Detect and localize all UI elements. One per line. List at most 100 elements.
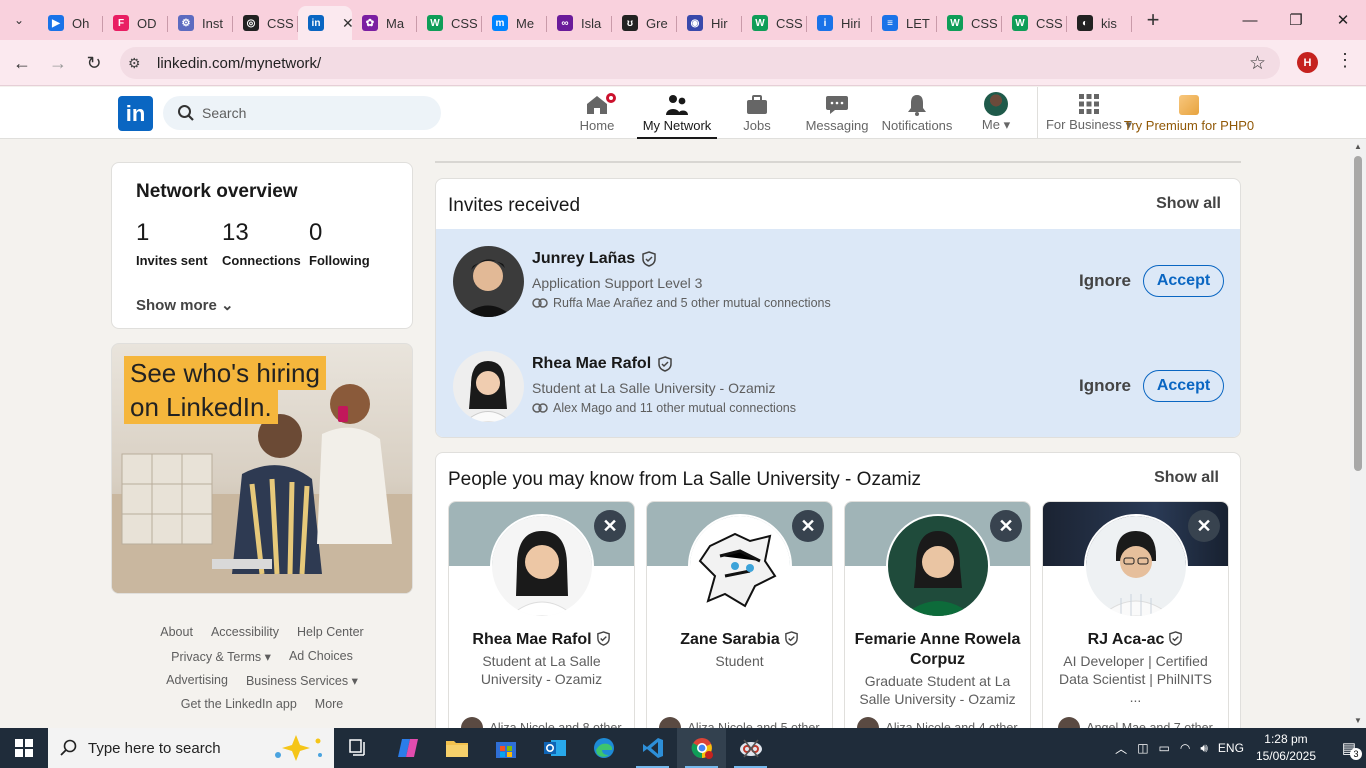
search-input[interactable] xyxy=(202,96,432,130)
browser-tab[interactable]: ✿ Ma xyxy=(352,6,417,40)
nav-premium[interactable]: Try Premium for PHP0 xyxy=(1124,87,1254,139)
footer-link-get-app[interactable]: Get the LinkedIn app xyxy=(181,697,297,721)
browser-tab-active[interactable]: in ✕ xyxy=(298,6,352,40)
browser-tab[interactable]: ≡ LET xyxy=(872,6,937,40)
search-box[interactable] xyxy=(163,96,441,130)
start-button[interactable] xyxy=(0,728,48,768)
language-indicator[interactable]: ENG xyxy=(1218,741,1244,755)
browser-tab[interactable]: W CSS xyxy=(937,6,1002,40)
taskbar-outlook[interactable] xyxy=(530,728,579,768)
meet-now-icon[interactable]: ◫ xyxy=(1137,741,1148,755)
footer-link-business-services[interactable]: Business Services ▾ xyxy=(246,673,358,697)
nav-me[interactable]: Me ▾ xyxy=(978,87,1014,139)
dismiss-button[interactable]: ✕ xyxy=(594,510,626,542)
accept-button[interactable]: Accept xyxy=(1143,265,1224,297)
taskbar-edge[interactable] xyxy=(579,728,628,768)
browser-tab[interactable]: ∞ Isla xyxy=(547,6,612,40)
hiring-ad-banner[interactable]: See who's hiring on LinkedIn. xyxy=(111,343,413,594)
forward-button[interactable]: → xyxy=(46,51,70,75)
taskbar-snipping-tool[interactable] xyxy=(726,728,775,768)
browser-tab[interactable]: ▶ Oh xyxy=(38,6,103,40)
nav-messaging[interactable]: Messaging xyxy=(805,87,869,139)
ignore-button[interactable]: Ignore xyxy=(1079,271,1131,291)
taskbar-clock[interactable]: 1:28 pm 15/06/2025 xyxy=(1256,731,1316,765)
footer-link-about[interactable]: About xyxy=(160,625,193,649)
show-more-button[interactable]: Show more ⌄ xyxy=(136,296,234,314)
pymk-show-all-link[interactable]: Show all xyxy=(1154,469,1219,487)
battery-icon[interactable]: ▭ xyxy=(1159,741,1170,755)
scrollbar-thumb[interactable] xyxy=(1354,156,1362,471)
close-window-button[interactable]: ✕ xyxy=(1320,0,1366,40)
volume-icon[interactable]: 🔊︎ xyxy=(1200,741,1208,756)
footer-link-accessibility[interactable]: Accessibility xyxy=(211,625,279,649)
person-name[interactable]: RJ Aca-ac xyxy=(1049,630,1222,650)
nav-for-business[interactable]: For Business ▾ xyxy=(1046,87,1132,139)
wifi-icon[interactable]: ◠ xyxy=(1180,741,1190,755)
taskbar-file-explorer[interactable] xyxy=(432,728,481,768)
tab-search-chevron-icon[interactable]: ⌄ xyxy=(0,0,38,40)
footer-link-privacy-terms[interactable]: Privacy & Terms ▾ xyxy=(171,649,271,673)
invite-avatar[interactable] xyxy=(453,246,524,317)
show-hidden-icons-icon[interactable]: ︿ xyxy=(1115,740,1127,757)
browser-tab[interactable]: ◉ Hir xyxy=(677,6,742,40)
person-name[interactable]: Femarie Anne Rowela Corpuz xyxy=(851,630,1024,670)
omnibox[interactable]: ⚙ linkedin.com/mynetwork/ ☆ xyxy=(120,47,1280,79)
ignore-button[interactable]: Ignore xyxy=(1079,376,1131,396)
nav-home[interactable]: Home xyxy=(574,87,620,139)
taskbar-chrome[interactable] xyxy=(677,728,726,768)
browser-tab[interactable]: W CSS xyxy=(417,6,482,40)
dismiss-button[interactable]: ✕ xyxy=(990,510,1022,542)
bookmark-star-icon[interactable]: ☆ xyxy=(1249,52,1266,75)
new-tab-button[interactable]: + xyxy=(1138,7,1168,33)
person-avatar[interactable] xyxy=(1084,514,1188,618)
browser-tab[interactable]: ⚙ Inst xyxy=(168,6,233,40)
person-card[interactable]: ✕ Rhea Mae Rafol Student at La Salle Uni… xyxy=(448,501,635,741)
browser-tab[interactable]: W CSS xyxy=(742,6,807,40)
scroll-up-arrow-icon[interactable]: ▲ xyxy=(1354,142,1362,151)
person-name[interactable]: Zane Sarabia xyxy=(653,630,826,650)
browser-tab[interactable]: ◐ kis xyxy=(1067,6,1132,40)
minimize-button[interactable]: — xyxy=(1227,0,1273,40)
task-view-button[interactable] xyxy=(334,728,383,768)
stat-connections[interactable]: 13 Connections xyxy=(222,219,301,268)
tab-close-icon[interactable]: ✕ xyxy=(342,15,352,32)
browser-profile-avatar[interactable]: H xyxy=(1297,52,1318,73)
footer-link-advertising[interactable]: Advertising xyxy=(166,673,228,697)
browser-menu-icon[interactable]: ⋮ xyxy=(1336,50,1354,71)
person-card[interactable]: ✕ RJ Aca-ac AI Developer | Certified Dat… xyxy=(1042,501,1229,741)
footer-link-help-center[interactable]: Help Center xyxy=(297,625,364,649)
person-card[interactable]: ✕ Femarie Anne Rowela Corpuz Graduate St… xyxy=(844,501,1031,741)
dismiss-button[interactable]: ✕ xyxy=(792,510,824,542)
person-avatar[interactable] xyxy=(490,514,594,618)
nav-my-network[interactable]: My Network xyxy=(637,87,717,139)
footer-link-ad-choices[interactable]: Ad Choices xyxy=(289,649,353,673)
browser-tab[interactable]: ◎ CSS xyxy=(233,6,298,40)
browser-tab[interactable]: ʊ Gre xyxy=(612,6,677,40)
linkedin-logo[interactable]: in xyxy=(118,96,153,131)
invite-name[interactable]: Junrey Lañas xyxy=(532,250,657,268)
back-button[interactable]: ← xyxy=(10,51,34,75)
stat-following[interactable]: 0 Following xyxy=(309,219,370,268)
site-info-icon[interactable]: ⚙ xyxy=(128,55,141,72)
person-card[interactable]: ✕ Zane Sarabia Student Aliza Nicole and … xyxy=(646,501,833,741)
browser-tab[interactable]: m Me xyxy=(482,6,547,40)
taskbar-search[interactable]: Type here to search xyxy=(48,728,334,768)
dismiss-button[interactable]: ✕ xyxy=(1188,510,1220,542)
browser-tab[interactable]: i Hiri xyxy=(807,6,872,40)
nav-notifications[interactable]: Notifications xyxy=(880,87,954,139)
invite-avatar[interactable] xyxy=(453,351,524,422)
invite-name[interactable]: Rhea Mae Rafol xyxy=(532,355,673,373)
browser-tab[interactable]: W CSS xyxy=(1002,6,1067,40)
invites-show-all-link[interactable]: Show all xyxy=(1156,195,1221,213)
url-text[interactable]: linkedin.com/mynetwork/ xyxy=(157,55,321,72)
taskbar-store[interactable] xyxy=(481,728,530,768)
reload-button[interactable]: ↻ xyxy=(82,51,106,75)
page-scrollbar[interactable]: ▲ ▼ xyxy=(1350,139,1366,728)
taskbar-copilot[interactable] xyxy=(383,728,432,768)
action-center-button[interactable]: ▤ 3 xyxy=(1332,728,1366,768)
footer-link-more[interactable]: More xyxy=(315,697,343,721)
accept-button[interactable]: Accept xyxy=(1143,370,1224,402)
nav-jobs[interactable]: Jobs xyxy=(737,87,777,139)
person-name[interactable]: Rhea Mae Rafol xyxy=(455,630,628,650)
restore-button[interactable]: ❐ xyxy=(1273,0,1319,40)
